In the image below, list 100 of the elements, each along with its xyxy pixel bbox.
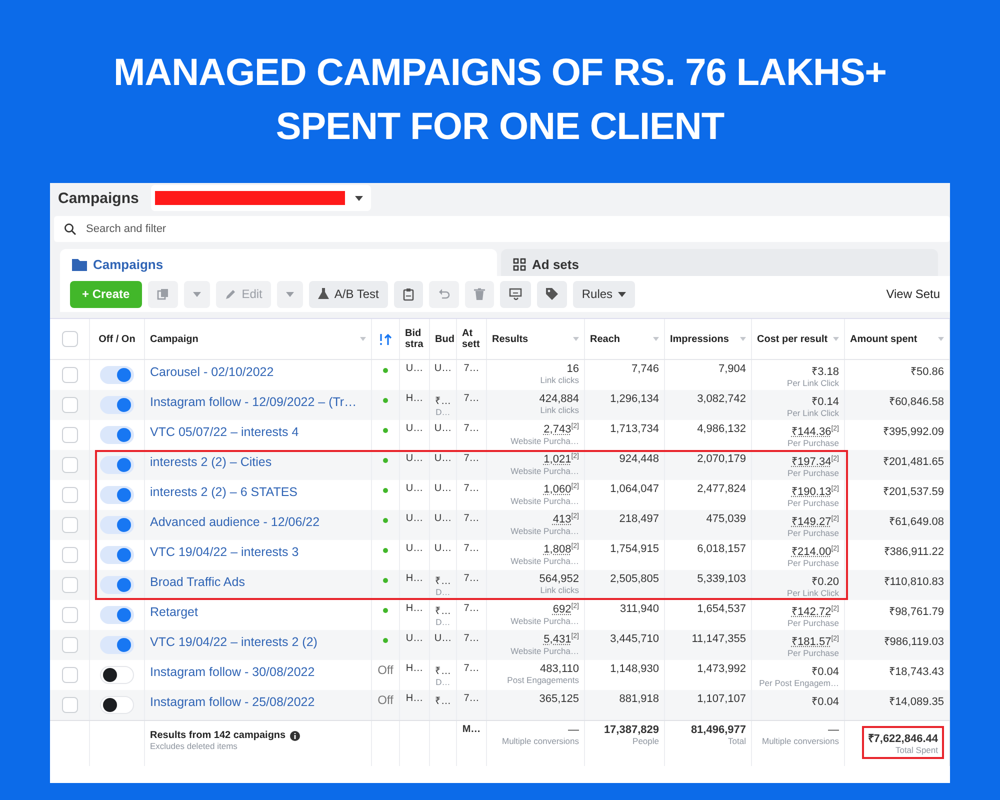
table-cell: H… [406,603,424,614]
results-type: Website Purcha… [510,616,579,626]
column-header[interactable]: Campaign [150,334,198,344]
row-checkbox[interactable] [62,667,78,683]
campaign-link[interactable]: VTC 19/04/22 – interests 2 (2) [150,635,366,649]
clipboard-icon [402,288,414,300]
table-cell-text: ₹… [435,665,451,677]
column-header[interactable]: Bid stra [405,328,424,350]
grid-icon [513,258,526,270]
impressions-value: 5,339,103 [697,573,746,585]
toggle-switch[interactable] [100,606,134,624]
sort-caret-icon [360,337,366,341]
row-checkbox[interactable] [62,547,78,563]
table-cell: U… [406,453,424,464]
toggle-switch[interactable] [100,696,134,714]
tab[interactable]: Campaigns [60,249,497,279]
row-checkbox[interactable] [62,367,78,383]
campaign-link[interactable]: Advanced audience - 12/06/22 [150,515,366,529]
campaign-link[interactable]: Instagram follow - 30/08/2022 [150,665,366,679]
cost-type: Per Link Click [787,588,839,598]
impressions-value: 2,477,824 [697,483,746,495]
table-cell: U… [434,363,452,374]
undo-icon [438,288,450,300]
view-setup-link[interactable]: View Setu [886,287,940,301]
campaign-link[interactable]: VTC 19/04/22 – interests 3 [150,545,366,559]
reach-total: 17,387,829 [604,724,659,736]
preview-button[interactable] [500,280,531,308]
row-checkbox[interactable] [62,457,78,473]
row-checkbox[interactable] [62,487,78,503]
results-type: Link clicks [540,375,579,385]
active-status-dot [383,638,388,643]
table-cell-text: ₹… [435,605,451,617]
toggle-switch[interactable] [100,636,134,654]
toggle-switch[interactable] [100,516,134,534]
row-checkbox[interactable] [62,577,78,593]
tab[interactable]: Ad sets [501,249,938,279]
campaign-link[interactable]: Retarget [150,605,366,619]
clipboard-button[interactable] [394,280,423,308]
flask-icon [318,288,330,300]
row-checkbox[interactable] [62,697,78,713]
active-status-dot [383,428,388,433]
copy-icon [156,288,169,300]
account-selector[interactable] [150,185,371,211]
table-cell: 7… [464,483,480,494]
amount-value: ₹201,481.65 [882,455,944,468]
toggle-switch[interactable] [100,456,134,474]
sort-icon[interactable] [378,334,392,344]
campaign-link[interactable]: Instagram follow - 12/09/2022 – (Tr… [150,395,366,409]
campaign-link[interactable]: VTC 05/07/22 – interests 4 [150,425,366,439]
row-checkbox[interactable] [62,427,78,443]
select-all-checkbox[interactable] [62,331,78,347]
campaign-link[interactable]: Carousel - 02/10/2022 [150,365,366,379]
column-header[interactable]: Reach [590,334,620,344]
toggle-switch[interactable] [100,666,134,684]
results-type: Website Purcha… [510,526,579,536]
table-cell: 7… [464,543,480,554]
toggle-switch[interactable] [100,366,134,384]
table-cell: 7… [464,663,480,674]
row-checkbox[interactable] [62,397,78,413]
cost-type: Per Purchase [788,468,839,478]
ab-test-button[interactable]: A/B Test [309,280,388,308]
cost-value: ₹0.14 [812,395,839,408]
reach-value: 924,448 [619,453,659,465]
column-header: Off / On [98,334,136,344]
cost-value: ₹214.00$^{[2]}$ [792,544,839,558]
amount-total: ₹7,622,846.44 [868,732,938,745]
info-icon[interactable] [290,730,300,740]
reach-value: 7,746 [631,363,659,375]
column-header[interactable]: At sett [462,328,481,350]
amount-value: ₹60,846.58 [889,395,944,408]
impressions-value: 6,018,157 [697,543,746,555]
column-header[interactable]: Impressions [670,334,729,344]
reach-total-label: People [632,736,659,746]
column-header[interactable]: Cost per result [757,334,828,344]
cost-type: Per Post Engagem… [759,678,839,688]
campaign-link[interactable]: Instagram follow - 25/08/2022 [150,695,366,709]
column-header[interactable]: Results [492,334,528,344]
row-checkbox[interactable] [62,607,78,623]
row-checkbox[interactable] [62,637,78,653]
toggle-switch[interactable] [100,396,134,414]
table-cell-subtext: D… [436,587,450,597]
campaign-link[interactable]: Broad Traffic Ads [150,575,366,589]
campaign-link[interactable]: interests 2 (2) – Cities [150,455,366,469]
toggle-switch[interactable] [100,426,134,444]
toggle-switch[interactable] [100,576,134,594]
reach-value: 1,064,047 [610,483,659,495]
toggle-switch[interactable] [100,486,134,504]
campaign-link[interactable]: interests 2 (2) – 6 STATES [150,485,366,499]
row-checkbox[interactable] [62,517,78,533]
results-value: 413$^{[2]}$ [552,513,579,526]
rules-button[interactable]: Rules [572,280,635,308]
amount-value: ₹61,649.08 [889,515,944,528]
table-cell-text: ₹… [435,395,451,407]
results-value: 16 [566,363,579,375]
active-status-dot [383,548,388,553]
tag-button[interactable] [536,280,567,308]
toggle-switch[interactable] [100,546,134,564]
cost-value: ₹0.04 [812,665,839,678]
sort-caret-icon [833,337,839,341]
column-header[interactable]: Amount spent [850,334,918,344]
